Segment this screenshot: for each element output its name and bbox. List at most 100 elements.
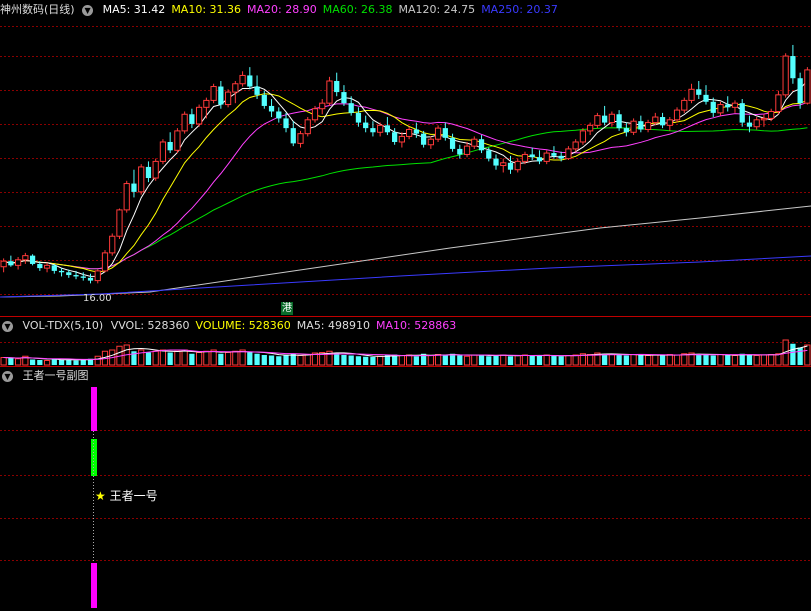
volume-bar-up [434,354,442,366]
candlestick-chart[interactable] [0,0,811,611]
ma10-line [3,93,808,273]
candle-down [51,265,57,271]
candle-up [630,120,637,133]
candle-down [551,153,557,156]
candle-down [449,137,456,149]
vol-legend-item-2: MA5: 498910 [296,319,371,332]
candle-down [529,154,535,158]
volume-bar-down [355,356,362,365]
candle-down [536,157,543,162]
candle-down [276,111,282,119]
candle-down [73,275,79,277]
volume-bar-up [239,349,246,366]
low-price-label: 16.00 [83,293,112,304]
volume-bar-up [0,357,7,366]
candle-up [717,104,724,114]
hk-connect-tag[interactable]: 港 [281,302,293,315]
ma-legend-item-3: MA60: 26.38 [322,3,393,16]
candle-down [355,112,362,123]
candle-down [334,80,340,93]
candle-down [8,261,14,266]
volume-bar-up [753,355,760,366]
candle-down [413,129,419,134]
volume-bar-up [572,354,579,366]
volume-bar-up [471,354,478,366]
volume-bar-up [297,355,304,366]
candle-down [442,128,448,138]
signal-bar-magenta-top [91,387,97,431]
candle-down [725,104,731,108]
volume-bar-down [254,353,260,365]
volume-bar-down [710,355,716,365]
candle-up [22,255,29,261]
volume-bar-down [8,358,14,365]
volume-bar-up [224,352,232,366]
signal-bar-magenta-bottom [91,563,97,608]
volume-bar-down [696,354,702,365]
volume-bar-down [602,353,608,365]
candle-up [521,153,529,162]
candle-up [319,102,326,110]
candle-up [138,166,145,193]
volume-bar-up [159,349,167,366]
candle-up [224,91,232,106]
volume-bar-down [623,355,629,365]
volume-bar-down [558,356,564,365]
candle-up [203,99,210,108]
volume-bar-down [790,343,796,365]
volume-bar-down [797,347,803,365]
candle-up [116,209,123,237]
volume-bar-up [14,358,22,366]
vol-legend-item-1: VOLUME: 528360 [195,319,291,332]
volume-bar-down [334,353,340,365]
volume-bar-up [94,355,101,366]
candle-up [304,119,311,135]
volume-bar-down [167,352,173,365]
volume-bar-down [80,360,86,365]
volume-bar-down [348,355,354,365]
vol-settings-button[interactable]: ▼ [2,320,13,332]
volume-bar-down [283,355,289,365]
sub-settings-button[interactable]: ▼ [2,370,13,382]
sub-header: ▼ 王者一号副图 [0,368,95,384]
volume-bar-up [543,354,550,366]
volume-bar-down [276,356,282,365]
candle-up [666,119,673,126]
candle-down [341,92,347,104]
candle-down [87,277,94,281]
candle-down [58,270,65,273]
volume-bar-down [493,355,499,365]
volume-bar-up [196,352,203,366]
candle-down [392,132,398,142]
candle-down [37,263,43,269]
main-header: 神州数码(日线) ▼ MA5: 31.42 MA10: 31.36 MA20: 28… [0,2,570,18]
volume-bar-down [529,356,535,365]
candle-up [587,124,594,132]
volume-bar-down [189,353,195,365]
candle-up [500,162,507,167]
candle-up [377,124,384,133]
candle-down [797,78,803,104]
volume-bar-down [457,355,463,365]
candle-down [420,133,427,145]
signal-bar-green [91,439,97,476]
candle-down [739,103,745,123]
candle-down [131,183,137,192]
candle-down [189,114,195,124]
volume-bar-up [804,344,811,366]
candle-up [434,127,442,140]
volume-bar-down [478,354,485,365]
volume-bar-up [565,355,572,366]
candle-up [775,94,782,112]
candle-up [181,113,188,132]
volume-bar-up [427,355,434,366]
volume-bar-up [463,355,471,366]
volume-bar-up [377,355,384,366]
volume-bar-up [406,354,413,366]
volume-bar-up [731,355,739,366]
main-settings-button[interactable]: ▼ [82,4,94,16]
volume-bar-up [232,350,239,366]
volume-bar-down [145,352,152,365]
volume-bar-up [152,350,159,366]
candle-up [174,130,181,151]
